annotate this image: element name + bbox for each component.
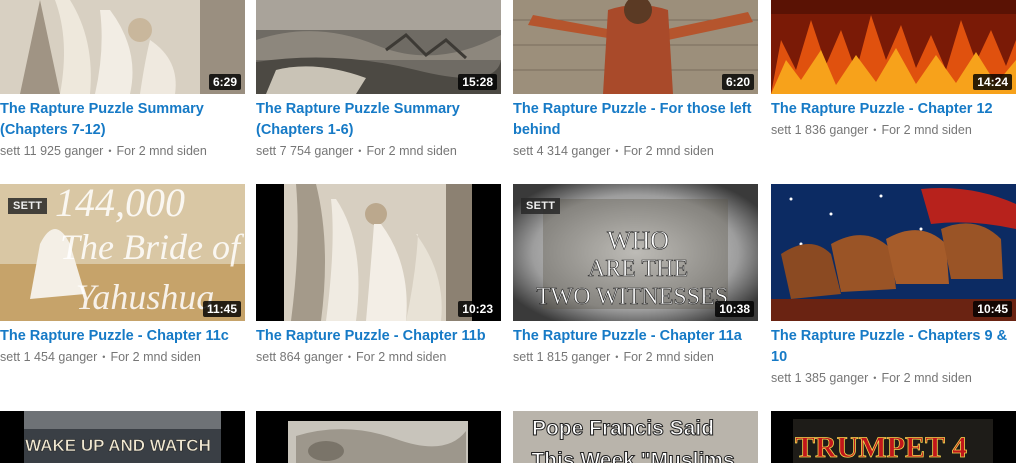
- video-thumbnail[interactable]: Pope Francis Said This Week "Muslims: [513, 411, 758, 463]
- video-thumbnail[interactable]: [256, 411, 501, 463]
- video-duration: 6:20: [721, 74, 754, 90]
- thumbnail-image: [256, 411, 501, 463]
- video-duration: 10:45: [973, 301, 1012, 317]
- view-count: sett 11 925 ganger: [0, 144, 104, 158]
- video-thumbnail[interactable]: 10:45: [771, 184, 1016, 321]
- bullet-separator: •: [873, 125, 877, 135]
- video-thumbnail[interactable]: 6:29: [0, 0, 245, 94]
- bullet-separator: •: [102, 352, 106, 362]
- video-thumbnail[interactable]: 14:24: [771, 0, 1016, 94]
- video-title-link[interactable]: The Rapture Puzzle - Chapters 9 & 10: [771, 326, 1016, 368]
- video-duration: 6:29: [208, 74, 241, 90]
- video-card: 6:20 The Rapture Puzzle - For those left…: [513, 0, 758, 160]
- video-duration: 10:23: [458, 301, 497, 317]
- video-meta: sett 4 314 ganger • For 2 mnd siden: [513, 142, 758, 160]
- video-card: 144,000 The Bride of Yahushua SETT 11:45…: [0, 184, 245, 366]
- view-count: sett 1 836 ganger: [771, 123, 869, 137]
- video-card: Pope Francis Said This Week "Muslims: [513, 411, 758, 463]
- upload-age: For 2 mnd siden: [623, 144, 714, 158]
- upload-age: For 2 mnd siden: [881, 371, 972, 385]
- video-card: 10:45 The Rapture Puzzle - Chapters 9 & …: [771, 184, 1016, 387]
- thumbnail-text: TWO WITNESSES: [536, 284, 728, 310]
- thumbnail-text: Pope Francis Said: [532, 417, 714, 440]
- thumbnail-text: 144,000: [55, 184, 185, 225]
- video-thumbnail[interactable]: 10:23: [256, 184, 501, 321]
- thumbnail-text: TRUMPET 4: [795, 431, 967, 463]
- video-duration: 10:38: [715, 301, 754, 317]
- thumbnail-text: WHO: [607, 226, 669, 255]
- video-card: 6:29 The Rapture Puzzle Summary (Chapter…: [0, 0, 245, 160]
- video-title-link[interactable]: The Rapture Puzzle - For those left behi…: [513, 99, 758, 141]
- thumbnail-text: The Bride of: [60, 227, 245, 267]
- video-thumbnail[interactable]: TRUMPET 4: [771, 411, 1016, 463]
- video-duration: 11:45: [202, 301, 241, 317]
- bullet-separator: •: [358, 146, 362, 156]
- upload-age: For 2 mnd siden: [356, 350, 447, 364]
- video-card: TRUMPET 4: [771, 411, 1016, 463]
- watched-badge: SETT: [8, 198, 48, 214]
- view-count: sett 864 ganger: [256, 350, 343, 364]
- view-count: sett 1 815 ganger: [513, 350, 611, 364]
- video-card: [256, 411, 501, 463]
- video-thumbnail[interactable]: WHO ARE THE TWO WITNESSES SETT 10:38: [513, 184, 758, 321]
- video-thumbnail[interactable]: 15:28: [256, 0, 501, 94]
- bullet-separator: •: [615, 146, 619, 156]
- bullet-separator: •: [108, 146, 112, 156]
- video-meta: sett 7 754 ganger • For 2 mnd siden: [256, 142, 501, 160]
- upload-age: For 2 mnd siden: [881, 123, 972, 137]
- thumbnail-text: ARE THE: [588, 256, 688, 282]
- video-meta: sett 11 925 ganger • For 2 mnd siden: [0, 142, 245, 160]
- view-count: sett 7 754 ganger: [256, 144, 354, 158]
- video-title-link[interactable]: The Rapture Puzzle - Chapter 11b: [256, 326, 501, 347]
- view-count: sett 4 314 ganger: [513, 144, 611, 158]
- thumbnail-image: TRUMPET 4: [771, 411, 1016, 463]
- video-card: 14:24 The Rapture Puzzle - Chapter 12 se…: [771, 0, 1016, 139]
- bullet-separator: •: [873, 373, 877, 383]
- video-title-link[interactable]: The Rapture Puzzle Summary (Chapters 7-1…: [0, 99, 245, 141]
- video-meta: sett 1 454 ganger • For 2 mnd siden: [0, 348, 245, 366]
- video-card: WHO ARE THE TWO WITNESSES SETT 10:38 The…: [513, 184, 758, 366]
- thumbnail-text: This Week "Muslims: [531, 449, 734, 463]
- video-meta: sett 1 385 ganger • For 2 mnd siden: [771, 369, 1016, 387]
- bullet-separator: •: [615, 352, 619, 362]
- thumbnail-image: Pope Francis Said This Week "Muslims: [513, 411, 758, 463]
- video-meta: sett 1 815 ganger • For 2 mnd siden: [513, 348, 758, 366]
- video-thumbnail[interactable]: WAKE UP AND WATCH: [0, 411, 245, 463]
- upload-age: For 2 mnd siden: [366, 144, 457, 158]
- upload-age: For 2 mnd siden: [116, 144, 207, 158]
- video-meta: sett 1 836 ganger • For 2 mnd siden: [771, 121, 1016, 139]
- thumbnail-text: WAKE UP AND WATCH: [25, 436, 211, 455]
- upload-age: For 2 mnd siden: [110, 350, 201, 364]
- view-count: sett 1 454 ganger: [0, 350, 98, 364]
- video-duration: 15:28: [458, 74, 497, 90]
- video-title-link[interactable]: The Rapture Puzzle - Chapter 11c: [0, 326, 245, 347]
- video-card: 15:28 The Rapture Puzzle Summary (Chapte…: [256, 0, 501, 160]
- thumbnail-text: Yahushua: [76, 277, 215, 317]
- thumbnail-image: WAKE UP AND WATCH: [0, 411, 245, 463]
- upload-age: For 2 mnd siden: [623, 350, 714, 364]
- video-title-link[interactable]: The Rapture Puzzle - Chapter 12: [771, 99, 1016, 120]
- video-thumbnail[interactable]: 144,000 The Bride of Yahushua SETT 11:45: [0, 184, 245, 321]
- view-count: sett 1 385 ganger: [771, 371, 869, 385]
- watched-badge: SETT: [521, 198, 561, 214]
- video-card: WAKE UP AND WATCH: [0, 411, 245, 463]
- video-title-link[interactable]: The Rapture Puzzle - Chapter 11a: [513, 326, 758, 347]
- video-thumbnail[interactable]: 6:20: [513, 0, 758, 94]
- video-title-link[interactable]: The Rapture Puzzle Summary (Chapters 1-6…: [256, 99, 501, 141]
- video-duration: 14:24: [973, 74, 1012, 90]
- bullet-separator: •: [347, 352, 352, 362]
- video-card: 10:23 The Rapture Puzzle - Chapter 11b s…: [256, 184, 501, 366]
- video-meta: sett 864 ganger • For 2 mnd siden: [256, 348, 501, 366]
